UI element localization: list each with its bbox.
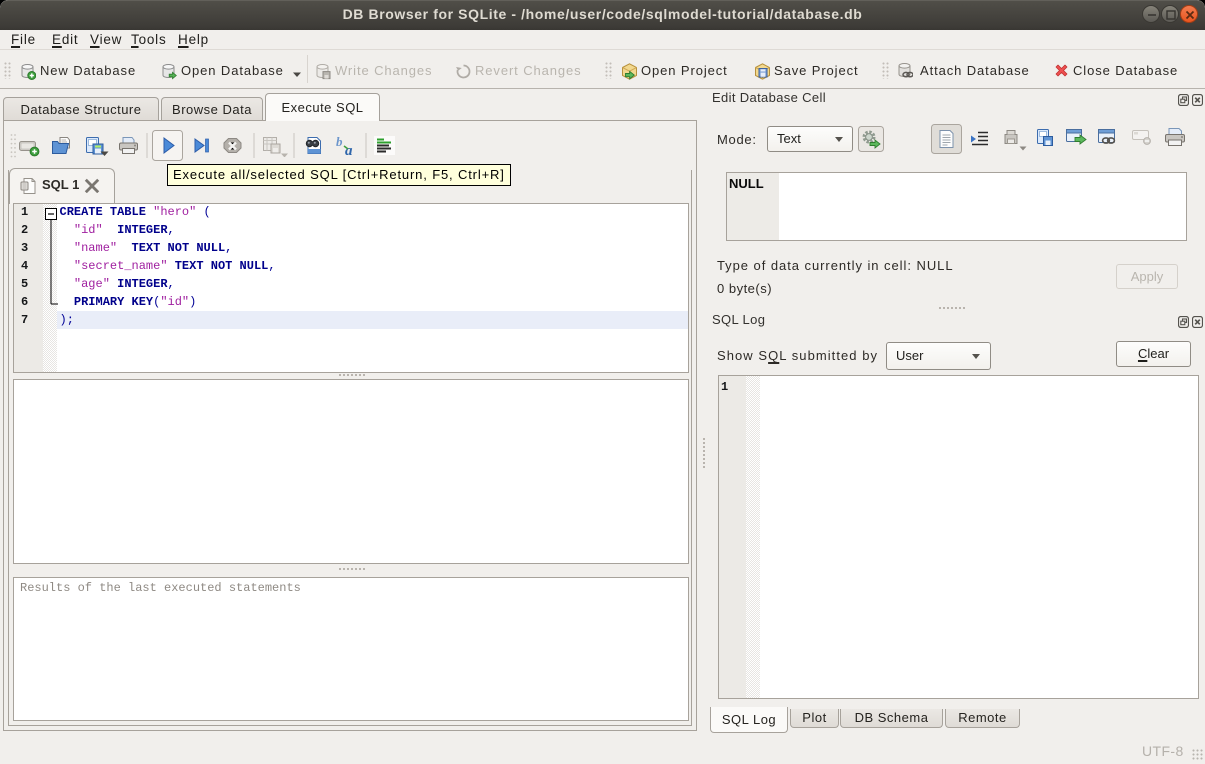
svg-text:a: a [345, 143, 353, 156]
svg-text:b: b [336, 135, 343, 149]
